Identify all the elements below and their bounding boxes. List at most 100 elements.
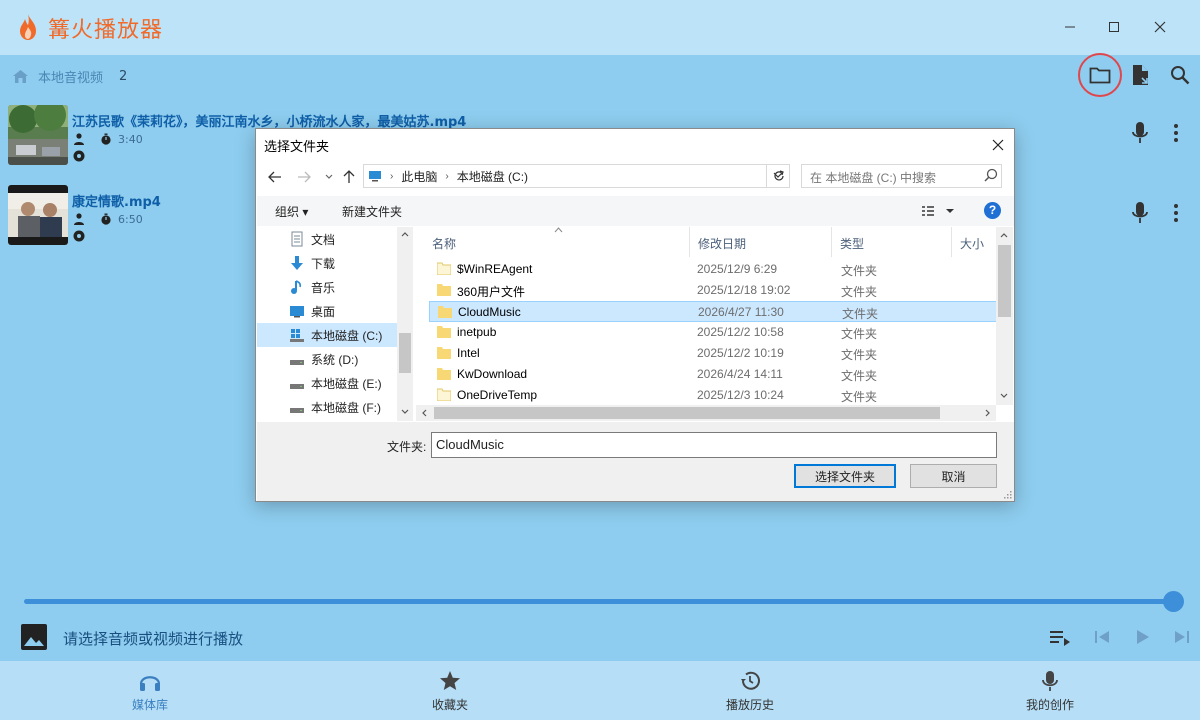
mic-icon[interactable] (1130, 201, 1150, 225)
file-type: 文件夹 (841, 264, 878, 278)
cancel-button[interactable]: 取消 (910, 464, 997, 488)
recent-locations-button[interactable] (319, 167, 339, 187)
play-icon[interactable] (1130, 626, 1154, 648)
folder-label: 文件夹: (387, 440, 427, 454)
mic-icon[interactable] (1130, 121, 1150, 145)
column-date[interactable]: 修改日期 (690, 227, 832, 257)
search-icon (984, 168, 998, 182)
vertical-scrollbar[interactable] (996, 227, 1013, 405)
scrollbar-thumb[interactable] (399, 333, 411, 373)
desktop-icon (290, 306, 304, 318)
folder-icon (437, 368, 451, 380)
table-row[interactable]: OneDriveTemp 2025/12/3 10:24 文件夹 (429, 385, 997, 406)
tree-item-label: 桌面 (311, 304, 336, 319)
nav-my-creations[interactable]: 我的创作 (990, 661, 1110, 720)
back-button[interactable] (265, 167, 285, 187)
media-title[interactable]: 康定情歌.mp4 (72, 191, 161, 210)
up-button[interactable] (339, 167, 359, 187)
title-bar: 篝火播放器 (0, 0, 1200, 55)
tree-item-drive-f[interactable]: 本地磁盘 (F:) (257, 395, 397, 419)
headphones-icon (139, 676, 161, 691)
maximize-button[interactable] (1101, 14, 1127, 40)
horizontal-scrollbar[interactable] (416, 405, 996, 421)
arrow-right-icon (298, 171, 311, 183)
scrollbar-thumb[interactable] (434, 407, 940, 419)
breadcrumb-drive[interactable]: 本地磁盘 (C:) (457, 168, 528, 185)
tree-item-label: 本地磁盘 (C:) (311, 328, 383, 343)
media-duration: 3:40 (118, 132, 143, 146)
folder-input[interactable]: CloudMusic (431, 432, 997, 458)
table-row[interactable]: KwDownload 2026/4/24 14:11 文件夹 (429, 364, 997, 385)
resize-grip-icon[interactable] (1002, 489, 1012, 499)
previous-icon[interactable] (1090, 626, 1114, 648)
file-date: 2025/12/9 6:29 (697, 262, 778, 276)
bottom-navigation: 媒体库 收藏夹 播放历史 我的创作 (0, 661, 1200, 720)
help-button[interactable]: ? (984, 202, 1001, 219)
select-folder-dialog: 选择文件夹 › 此电脑 › 本地磁盘 (C:) 在 本地磁盘 (C:) 中搜索 … (255, 128, 1015, 502)
media-meta: 6:50 (73, 211, 143, 246)
scrollbar-thumb[interactable] (998, 245, 1011, 317)
folder-icon (437, 262, 451, 275)
file-type: 文件夹 (842, 307, 879, 321)
file-name: Intel (457, 346, 480, 360)
tree-scrollbar[interactable] (397, 227, 413, 421)
new-folder-button[interactable]: 新建文件夹 (342, 203, 402, 220)
forward-button[interactable] (294, 167, 314, 187)
file-type: 文件夹 (841, 285, 878, 299)
tree-item-documents[interactable]: 文档 (257, 227, 397, 251)
playlist-icon[interactable] (1048, 626, 1072, 648)
tree-item-desktop[interactable]: 桌面 (257, 299, 397, 323)
refresh-button[interactable] (766, 164, 790, 188)
dialog-close-button[interactable] (986, 133, 1010, 157)
table-row[interactable]: inetpub 2025/12/2 10:58 文件夹 (429, 322, 997, 343)
table-row[interactable]: 360用户文件 2025/12/18 19:02 文件夹 (429, 280, 997, 301)
column-type[interactable]: 类型 (832, 227, 952, 257)
tree-item-drive-e[interactable]: 本地磁盘 (E:) (257, 371, 397, 395)
file-name: KwDownload (457, 367, 528, 381)
table-row[interactable]: Intel 2025/12/2 10:19 文件夹 (429, 343, 997, 364)
nav-media-library[interactable]: 媒体库 (90, 661, 210, 720)
drive-icon (290, 408, 304, 413)
more-icon[interactable] (1172, 201, 1180, 225)
close-icon (992, 139, 1004, 151)
progress-bar[interactable] (24, 599, 1174, 604)
table-row[interactable]: CloudMusic 2026/4/27 11:30 文件夹 (429, 301, 997, 322)
crumb-label[interactable]: 本地音视频 (38, 67, 103, 86)
nav-favorites[interactable]: 收藏夹 (390, 661, 510, 720)
tree-item-drive-c[interactable]: 本地磁盘 (C:) (257, 323, 397, 347)
search-icon (1171, 66, 1190, 85)
documents-icon (291, 231, 303, 247)
tree-item-drive-d[interactable]: 系统 (D:) (257, 347, 397, 371)
close-button[interactable] (1147, 14, 1173, 40)
search-button[interactable] (1167, 62, 1193, 88)
breadcrumb-this-pc[interactable]: 此电脑 (401, 168, 437, 185)
breadcrumb-separator: › (445, 170, 449, 182)
next-icon[interactable] (1170, 626, 1194, 648)
tree-item-label: 本地磁盘 (F:) (311, 400, 381, 415)
open-folder-button[interactable] (1087, 62, 1113, 88)
select-folder-button[interactable]: 选择文件夹 (794, 464, 896, 488)
view-options-icon[interactable] (921, 204, 955, 218)
column-size[interactable]: 大小 (952, 227, 996, 257)
table-row[interactable]: $WinREAgent 2025/12/9 6:29 文件夹 (429, 259, 997, 280)
organize-button[interactable]: 组织 ▾ (275, 203, 308, 220)
disc-icon (73, 230, 85, 242)
nav-history[interactable]: 播放历史 (690, 661, 810, 720)
tree-item-music[interactable]: 音乐 (257, 275, 397, 299)
column-name[interactable]: 名称 (424, 227, 690, 257)
drive-icon (290, 360, 304, 365)
minimize-button[interactable] (1057, 14, 1083, 40)
search-input[interactable]: 在 本地磁盘 (C:) 中搜索 (801, 164, 1002, 188)
image-icon (21, 624, 47, 650)
folder-icon (437, 347, 451, 359)
file-date: 2025/12/2 10:58 (697, 325, 784, 339)
media-meta: 3:40 (73, 131, 143, 166)
minimize-icon (1065, 26, 1075, 28)
file-date: 2025/12/2 10:19 (697, 346, 784, 360)
tree-item-downloads[interactable]: 下载 (257, 251, 397, 275)
more-icon[interactable] (1172, 121, 1180, 145)
progress-handle[interactable] (1163, 591, 1184, 612)
open-file-button[interactable] (1128, 62, 1154, 88)
address-bar[interactable]: › 此电脑 › 本地磁盘 (C:) (363, 164, 790, 188)
breadcrumb-separator: › (390, 170, 394, 182)
